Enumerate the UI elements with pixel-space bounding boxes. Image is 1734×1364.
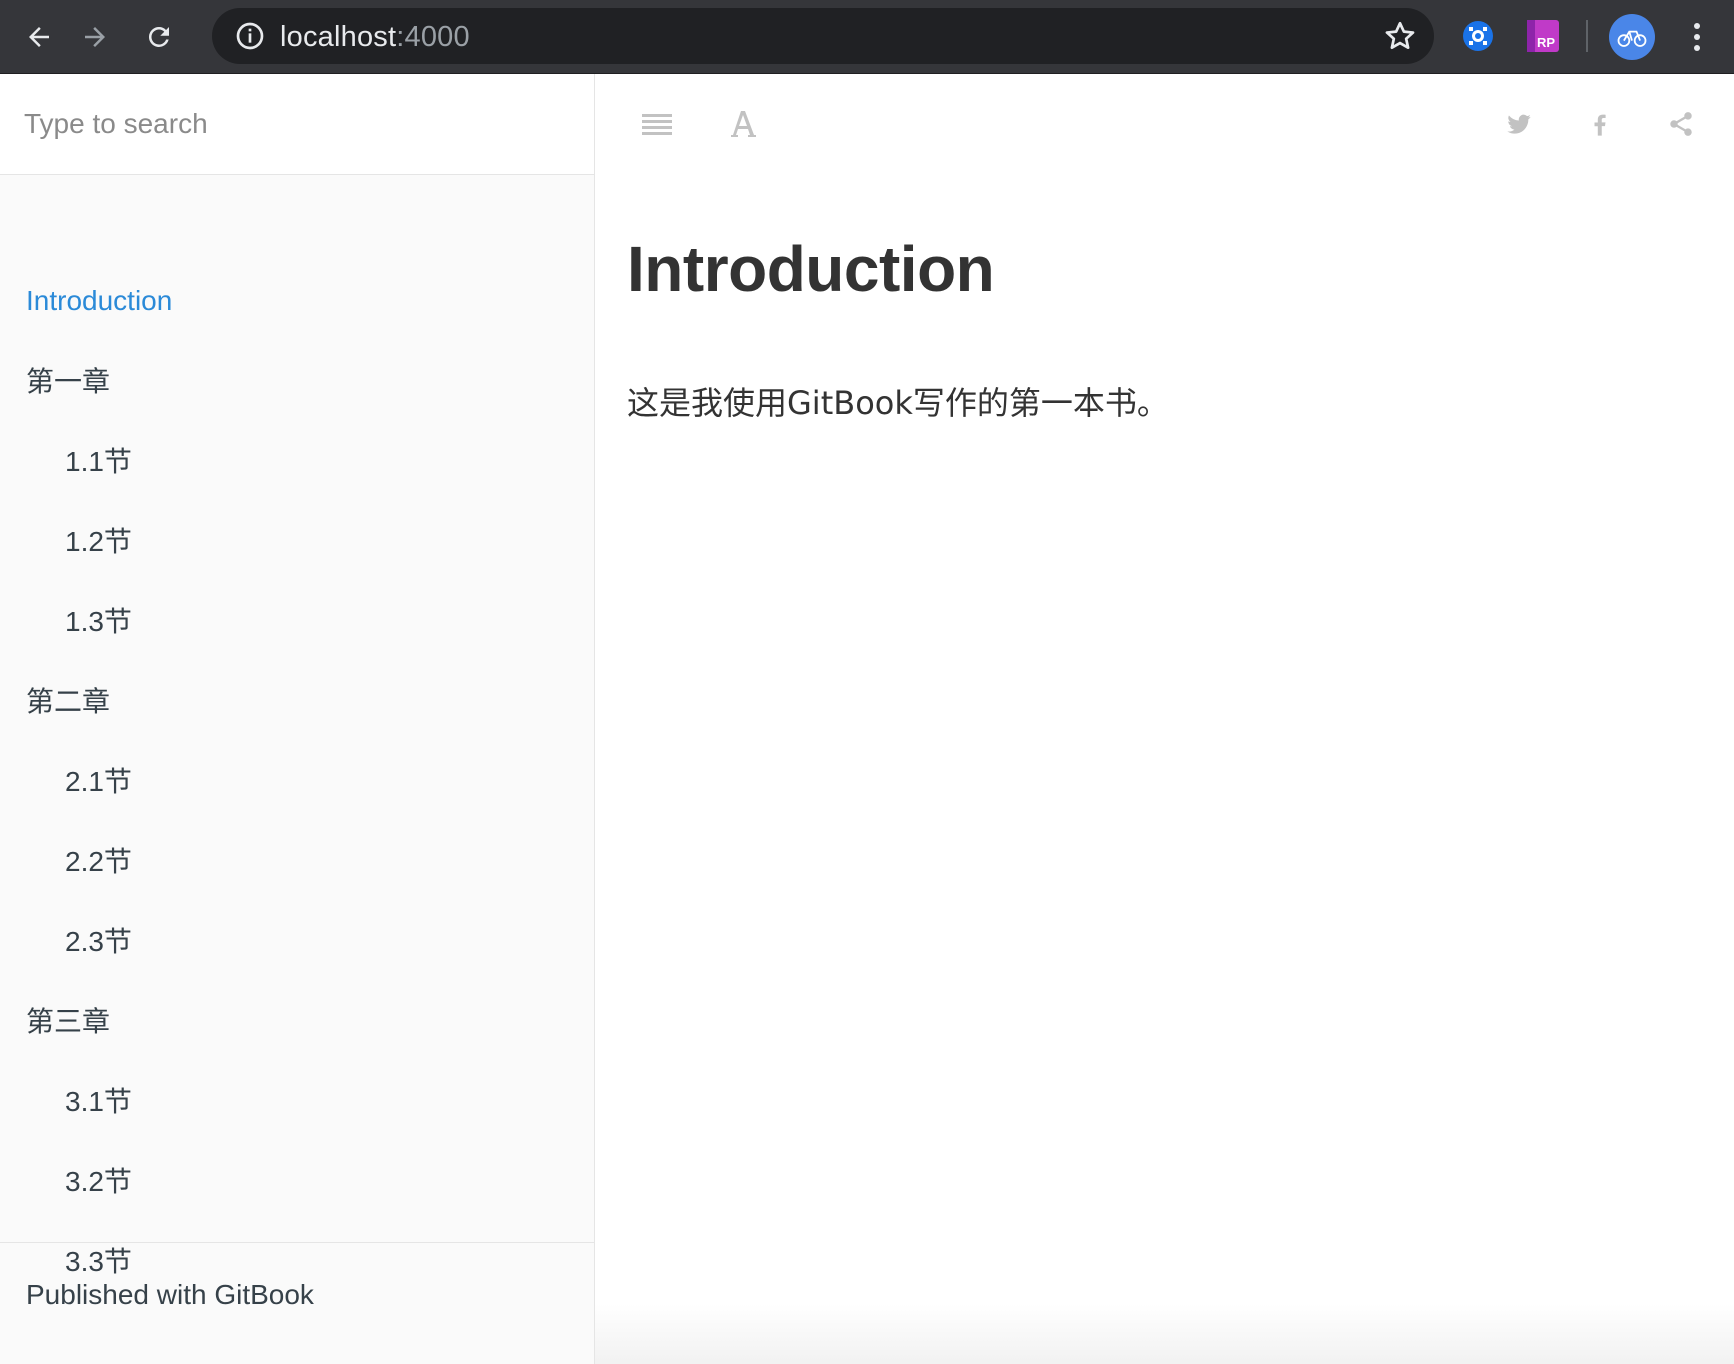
kebab-menu-icon[interactable] — [1682, 20, 1712, 54]
star-icon[interactable] — [1382, 18, 1418, 54]
toc-item-chapter-2[interactable]: 第二章 — [26, 680, 110, 720]
book-summary-sidebar: Introduction 第一章 1.1节 1.2节 1.3节 第二章 2.1节… — [0, 74, 595, 1364]
toc-item-introduction[interactable]: Introduction — [26, 285, 172, 317]
toc-item-chapter-3[interactable]: 第三章 — [26, 1000, 110, 1040]
forward-button[interactable] — [72, 14, 118, 60]
toc-item-1-2[interactable]: 1.2节 — [65, 520, 132, 560]
sidebar-footer: Published with GitBook — [0, 1242, 594, 1364]
extension-blue-icon[interactable] — [1458, 16, 1498, 56]
toolbar-divider — [1586, 20, 1588, 52]
arrow-left-icon — [29, 27, 49, 47]
toc-item-2-2[interactable]: 2.2节 — [65, 840, 132, 880]
toc-item-3-1[interactable]: 3.1节 — [65, 1080, 132, 1120]
arrow-right-icon — [85, 27, 105, 47]
url-text[interactable]: localhost:4000 — [280, 21, 470, 54]
back-button[interactable] — [16, 14, 62, 60]
extension-rp-icon[interactable]: RP — [1523, 16, 1563, 56]
address-bar[interactable]: localhost:4000 — [212, 8, 1434, 64]
twitter-icon[interactable] — [1499, 104, 1539, 144]
toc-item-3-2[interactable]: 3.2节 — [65, 1160, 132, 1200]
bicycle-avatar-icon[interactable] — [1609, 14, 1655, 60]
url-port: :4000 — [396, 21, 470, 53]
share-icon[interactable] — [1661, 104, 1701, 144]
published-with-gitbook-link[interactable]: Published with GitBook — [26, 1279, 314, 1311]
search-input[interactable] — [24, 102, 564, 146]
reload-icon — [148, 26, 169, 47]
bottom-shadow — [595, 1304, 1734, 1364]
search-box — [0, 74, 594, 175]
toc-item-chapter-1[interactable]: 第一章 — [26, 360, 110, 400]
browser-toolbar: localhost:4000 RP — [0, 0, 1734, 74]
page-paragraph: 这是我使用GitBook写作的第一本书。 — [627, 384, 1169, 422]
page-title: Introduction — [627, 233, 995, 305]
toc-item-1-3[interactable]: 1.3节 — [65, 600, 132, 640]
toc-item-2-3[interactable]: 2.3节 — [65, 920, 132, 960]
reload-button[interactable] — [136, 14, 182, 60]
menu-icon[interactable] — [637, 104, 677, 144]
toc-item-1-1[interactable]: 1.1节 — [65, 440, 132, 480]
toc-item-2-1[interactable]: 2.1节 — [65, 760, 132, 800]
font-settings-icon[interactable] — [723, 104, 763, 144]
info-icon[interactable] — [234, 20, 266, 52]
book-body: Introduction 这是我使用GitBook写作的第一本书。 — [595, 74, 1734, 1364]
url-host: localhost — [280, 21, 397, 53]
extension-rp-label: RP — [1537, 35, 1555, 50]
facebook-icon[interactable] — [1580, 104, 1620, 144]
